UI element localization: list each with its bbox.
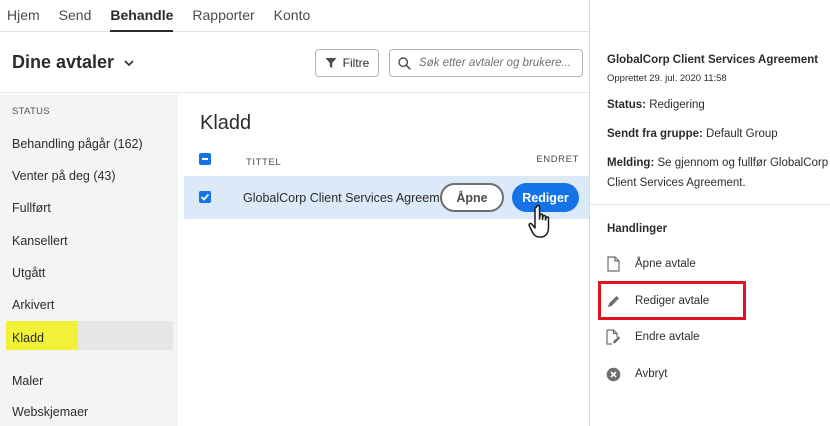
sidebar-item-expired[interactable]: Utgått [12, 266, 45, 280]
agreements-dropdown[interactable]: Dine avtaler [12, 52, 134, 73]
top-nav: Hjem Send Behandle Rapporter Konto [0, 0, 590, 32]
sidebar-item-templates[interactable]: Maler [12, 374, 43, 388]
filter-label: Filtre [342, 56, 370, 70]
list-header: Dine avtaler Filtre [0, 33, 590, 93]
select-all-checkbox[interactable] [199, 153, 211, 165]
action-modify-agreement[interactable]: Endre avtale [605, 329, 700, 345]
status-label: Status: [607, 99, 646, 111]
group-row: Sendt fra gruppe: Default Group [607, 128, 778, 140]
chevron-down-icon [124, 59, 134, 66]
action-open-agreement[interactable]: Åpne avtale [605, 256, 696, 272]
list-heading: Kladd [200, 112, 252, 134]
cancel-circle-icon [605, 366, 621, 382]
page-title: Dine avtaler [12, 52, 115, 72]
message-label: Melding: [607, 157, 655, 169]
panel-separator [590, 204, 830, 205]
open-button[interactable]: Åpne [440, 183, 504, 212]
action-label: Avbryt [635, 368, 668, 380]
sidebar-item-archived[interactable]: Arkivert [12, 298, 54, 312]
sidebar-item-completed[interactable]: Fullført [12, 201, 51, 215]
column-header-title[interactable]: TITTEL [246, 157, 281, 168]
document-icon [605, 256, 621, 272]
action-label: Åpne avtale [635, 258, 696, 270]
action-cancel[interactable]: Avbryt [605, 366, 667, 382]
status-row: Status: Redigering [607, 99, 705, 111]
sidebar-item-draft[interactable]: Kladd [12, 331, 44, 345]
group-label: Sendt fra gruppe: [607, 128, 703, 140]
details-panel: GlobalCorp Client Services Agreement Opp… [590, 0, 830, 426]
created-date: Opprettet 29. jul. 2020 11:58 [607, 73, 727, 84]
filter-button[interactable]: Filtre [315, 49, 379, 77]
callout-highlight-box [598, 281, 746, 320]
row-title: GlobalCorp Client Services Agreement [243, 191, 457, 205]
tab-konto[interactable]: Konto [274, 7, 311, 31]
search-box [389, 49, 583, 77]
sidebar-item-cancelled[interactable]: Kansellert [12, 234, 68, 248]
tab-hjem[interactable]: Hjem [7, 7, 40, 31]
agreement-title: GlobalCorp Client Services Agreement [607, 54, 819, 66]
status-value: Redigering [649, 99, 705, 111]
group-value: Default Group [706, 128, 778, 140]
status-sidebar: STATUS Behandling pågår (162) Venter på … [0, 94, 178, 426]
empty-area [178, 274, 590, 426]
row-checkbox[interactable] [199, 191, 211, 203]
action-label: Endre avtale [635, 331, 700, 343]
message-row: Melding: Se gjennom og fullfør GlobalCor… [607, 153, 829, 193]
agreement-list: Kladd TITTEL ENDRET GlobalCorp Client Se… [184, 94, 590, 274]
sidebar-section-label: STATUS [12, 106, 50, 117]
document-edit-icon [605, 329, 621, 345]
search-icon [398, 56, 411, 70]
tab-behandle[interactable]: Behandle [110, 7, 174, 32]
sidebar-item-waiting[interactable]: Venter på deg (43) [12, 169, 116, 183]
sidebar-item-webforms[interactable]: Webskjemaer [12, 405, 88, 419]
filter-icon [325, 58, 337, 68]
checkmark-icon [200, 193, 210, 201]
tab-rapporter[interactable]: Rapporter [192, 7, 254, 31]
column-header-changed[interactable]: ENDRET [536, 154, 579, 165]
actions-heading: Handlinger [607, 223, 668, 235]
sidebar-item-in-progress[interactable]: Behandling pågår (162) [12, 137, 143, 151]
search-input[interactable] [419, 57, 579, 69]
hand-pointer-icon [528, 204, 550, 238]
tab-send[interactable]: Send [59, 7, 92, 31]
